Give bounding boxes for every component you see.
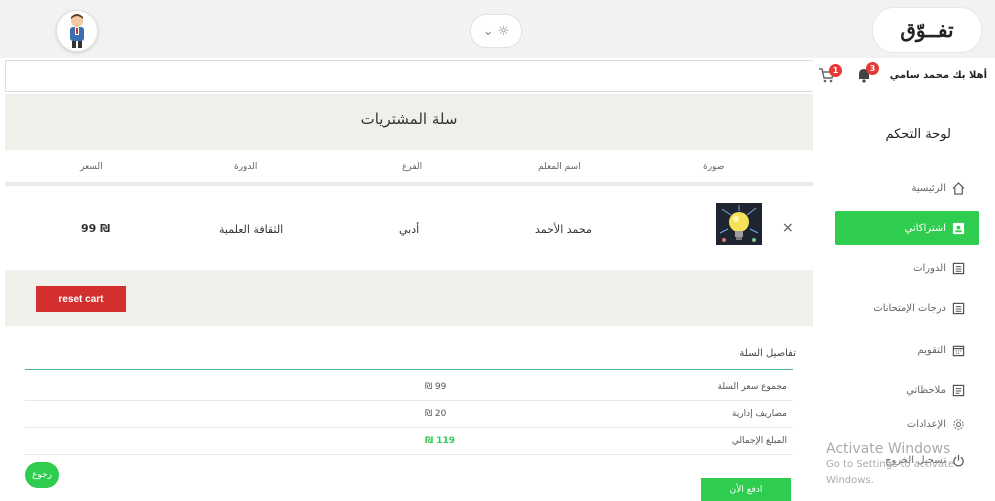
summary-label: مصاريف إدارية — [731, 409, 787, 419]
branch-name: أدبي — [399, 223, 420, 236]
sun-icon: ☼ — [497, 23, 510, 39]
summary-label: المبلغ الإجمالي — [731, 436, 787, 446]
avatar-illustration-icon — [70, 14, 84, 48]
column-header-image: صورة — [703, 162, 725, 172]
notifications-button[interactable]: 3 — [855, 62, 879, 88]
sidebar: لوحة التحكم الرئيسية اشتراكاتي الدورات د… — [820, 94, 995, 501]
summary-label: مجموع سعر السلة — [717, 382, 788, 392]
summary-value: ₪ 99 — [425, 382, 447, 392]
sidebar-item-notes[interactable]: ملاحظاتي — [835, 374, 979, 406]
sidebar-item-label: الرئيسية — [911, 182, 946, 194]
item-price: 99 ₪ — [81, 222, 111, 235]
chevron-down-icon: ⌄ — [482, 23, 494, 39]
summary-row-subtotal: مجموع سعر السلة ₪ 99 — [25, 375, 793, 401]
cart-details-title: تفاصيل السلة — [739, 348, 796, 359]
table-row: × محمد الأحمد أدبي الثقافة العلمية 99 ₪ — [5, 186, 813, 270]
cart-header-banner: سلة المشتريات — [5, 94, 813, 150]
sidebar-item-label: اشتراكاتي — [904, 222, 946, 234]
sidebar-item-exam-grades[interactable]: درجات الإمتحانات — [835, 292, 979, 324]
theme-toggle[interactable]: ⌄ ☼ — [470, 14, 522, 48]
sidebar-item-label: التقويم — [917, 344, 946, 356]
column-header-branch: الفرع — [402, 162, 423, 172]
sidebar-item-label: الدورات — [913, 262, 946, 274]
pay-now-button[interactable]: ادفع الأن — [701, 478, 791, 501]
notifications-count-badge: 3 — [866, 62, 879, 75]
sidebar-item-calendar[interactable]: التقويم — [835, 334, 979, 366]
summary-value: ₪ 20 — [425, 409, 447, 419]
user-greeting: أهلا بك محمد سامي — [889, 70, 987, 81]
subscriptions-icon — [952, 222, 965, 234]
summary-row-fees: مصاريف إدارية ₪ 20 — [25, 402, 793, 428]
back-button[interactable]: رجوع — [25, 462, 59, 488]
user-avatar[interactable] — [56, 10, 98, 52]
summary-total-value: ₪ 119 — [425, 436, 456, 446]
lightbulb-image-icon — [716, 203, 762, 245]
logout-icon — [953, 454, 964, 467]
summary-row-total: المبلغ الإجمالي ₪ 119 — [25, 429, 793, 455]
sidebar-item-home[interactable]: الرئيسية — [835, 172, 979, 204]
course-thumbnail[interactable] — [716, 203, 762, 245]
divider — [25, 369, 793, 370]
teacher-name: محمد الأحمد — [535, 223, 592, 236]
cart-button[interactable]: 1 — [818, 64, 842, 88]
cart-count-badge: 1 — [829, 64, 842, 77]
search-bar[interactable] — [5, 60, 815, 92]
column-header-teacher: اسم المعلم — [538, 162, 581, 172]
sidebar-item-courses[interactable]: الدورات — [835, 252, 979, 284]
sidebar-item-logout[interactable]: تسجيل الخروج — [835, 444, 979, 476]
page-title: سلة المشتريات — [360, 110, 458, 128]
notes-icon — [952, 384, 965, 396]
column-header-price: السعر — [80, 162, 103, 172]
sidebar-item-label: ملاحظاتي — [906, 384, 946, 396]
cart-actions-bar: reset cart — [5, 270, 813, 326]
courses-icon — [952, 262, 965, 274]
sidebar-item-label: درجات الإمتحانات — [873, 302, 946, 314]
gear-icon — [953, 418, 964, 430]
user-area: 1 3 أهلا بك محمد سامي — [813, 58, 995, 94]
sidebar-item-settings[interactable]: الإعدادات — [835, 408, 979, 440]
sidebar-item-label: الإعدادات — [906, 418, 946, 430]
sidebar-title: لوحة التحكم — [885, 127, 951, 142]
top-bar: ⌄ ☼ تفــوّق — [0, 0, 995, 58]
sidebar-item-subscriptions[interactable]: اشتراكاتي — [835, 211, 979, 245]
home-icon — [952, 181, 965, 195]
remove-item-icon[interactable]: × — [782, 220, 794, 236]
sidebar-item-label: تسجيل الخروج — [884, 454, 946, 466]
column-header-course: الدورة — [234, 162, 258, 172]
grades-icon — [952, 302, 965, 314]
calendar-icon — [952, 345, 965, 356]
course-name: الثقافة العلمية — [219, 223, 284, 236]
site-logo[interactable]: تفــوّق — [872, 7, 982, 53]
reset-cart-button[interactable]: reset cart — [36, 286, 126, 312]
cart-table-header: صورة اسم المعلم الفرع الدورة السعر — [5, 150, 813, 186]
